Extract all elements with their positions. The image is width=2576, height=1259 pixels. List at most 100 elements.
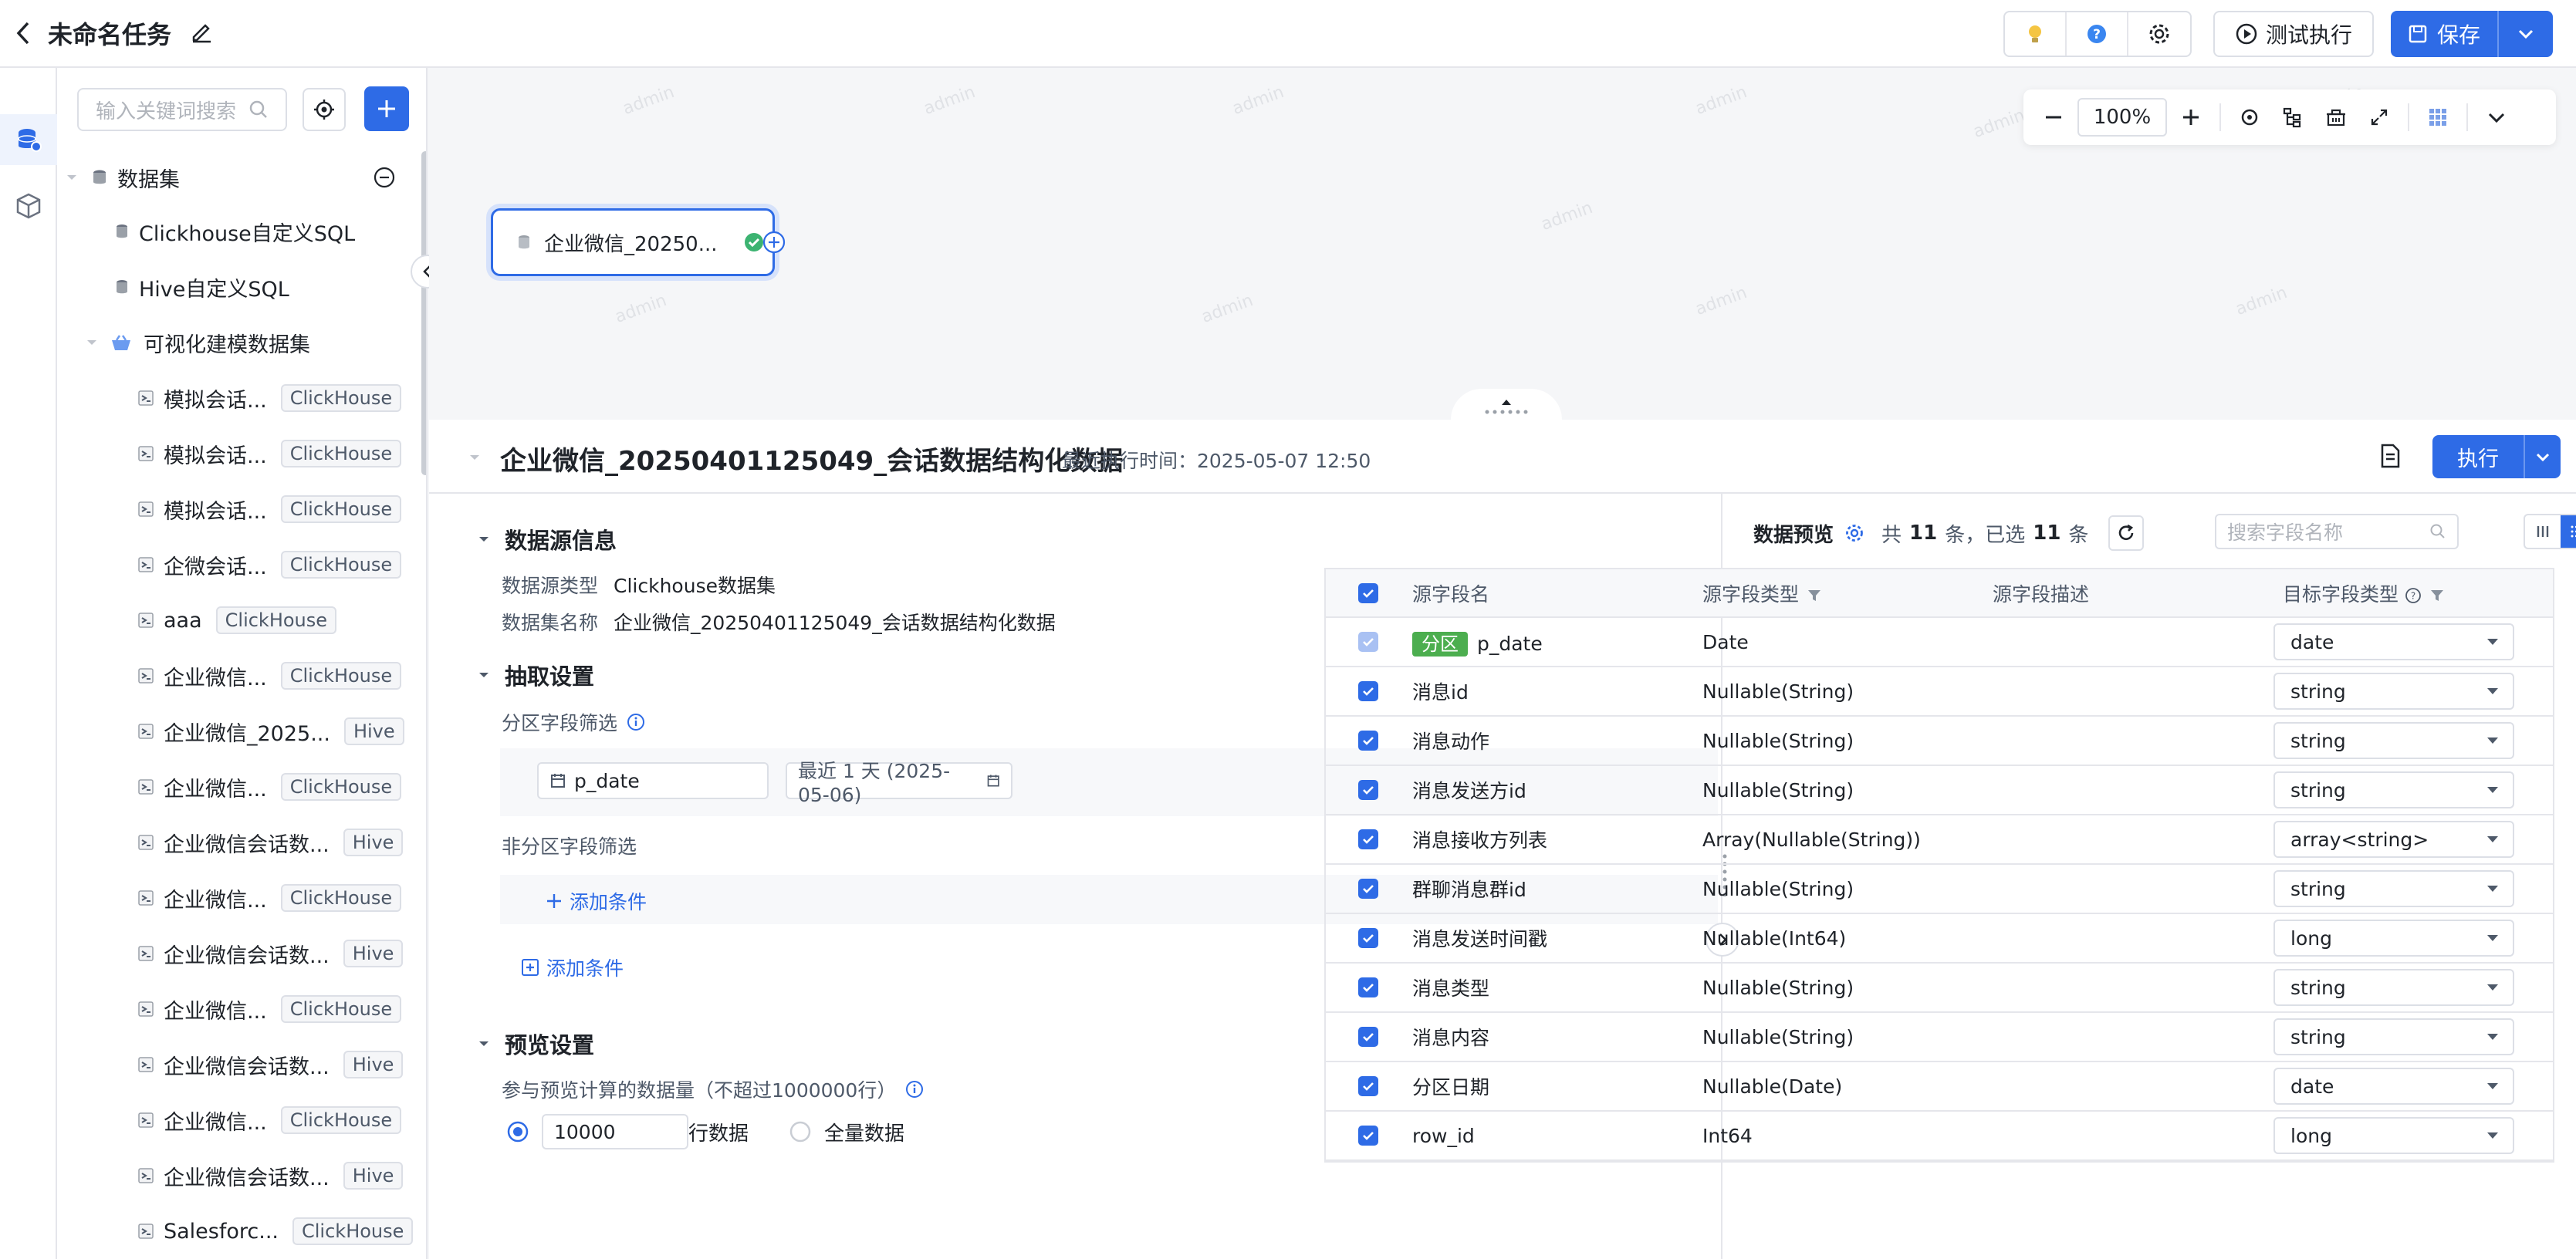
add-condition-inner-link[interactable]: 添加条件 [545,887,647,915]
gear-icon[interactable] [2128,12,2190,56]
chevron-down-icon[interactable] [2477,98,2516,137]
database-icon [18,129,42,152]
list-view-icon[interactable] [2561,515,2576,548]
row-checkbox[interactable] [1358,780,1378,800]
center-target-icon[interactable] [2230,98,2269,137]
column-view-icon[interactable] [2525,515,2561,548]
filter-icon[interactable] [2429,588,2445,603]
info-icon[interactable] [905,1080,924,1099]
refresh-button[interactable] [2108,515,2145,551]
row-checkbox[interactable] [1358,829,1378,849]
tree-item[interactable]: Hive自定义SQL [57,259,412,315]
filter-icon[interactable] [1807,588,1822,603]
preview-rows-input[interactable]: 10000 [542,1114,688,1149]
target-type-select[interactable]: long [2273,920,2514,957]
panel-resize-handle[interactable] [1451,389,1562,423]
tree-dataset-item[interactable]: 企业微信会话数... Hive [57,1037,412,1092]
help-circle-icon[interactable]: ? [2405,587,2422,604]
target-type-select[interactable]: long [2273,1117,2514,1154]
row-checkbox[interactable] [1358,582,1378,603]
row-checkbox[interactable] [1358,632,1378,652]
tree-dataset-label: 模拟会话... [164,499,267,524]
tree-dataset-item[interactable]: 企业微信... ClickHouse [57,648,412,704]
tree-dataset-item[interactable]: 企微会话... ClickHouse [57,537,412,592]
lightbulb-icon[interactable] [2005,12,2067,56]
add-condition-outer-link[interactable]: 添加条件 [520,954,624,981]
row-checkbox[interactable] [1358,731,1378,751]
row-checkbox[interactable] [1358,977,1378,997]
row-checkbox[interactable] [1358,681,1378,701]
target-type-select[interactable]: string [2273,771,2514,808]
caret-down-icon[interactable] [468,451,482,464]
zoom-in-icon[interactable] [2172,98,2210,137]
save-button[interactable]: 保存 [2391,11,2497,57]
zoom-level[interactable]: 100% [2077,98,2167,137]
target-type-select[interactable]: string [2273,969,2514,1006]
add-dataset-button[interactable] [364,86,409,131]
help-icon[interactable]: ? [2067,12,2128,56]
target-type-select[interactable]: array<string> [2273,821,2514,858]
settings-icon[interactable] [1844,523,1864,543]
tree-dataset-item[interactable]: 企业微信会话数... Hive [57,815,412,870]
tree-root-dataset[interactable]: 数据集 [57,150,412,205]
target-type-select[interactable]: string [2273,722,2514,759]
locate-button[interactable] [303,88,346,131]
field-search-input[interactable]: 搜索字段名称 [2215,514,2459,549]
extract-section-title[interactable]: 抽取设置 [477,659,594,691]
tree-dataset-item[interactable]: 企业微信会话数... Hive [57,926,412,981]
tree-dataset-item[interactable]: 企业微信... ClickHouse [57,870,412,926]
target-type-select[interactable]: string [2273,1018,2514,1055]
row-checkbox[interactable] [1358,1126,1378,1146]
fullscreen-icon[interactable] [2360,98,2399,137]
tree-item[interactable]: Clickhouse自定义SQL [57,204,412,259]
basket-icon[interactable] [2317,98,2355,137]
row-checkbox[interactable] [1358,928,1378,948]
tree-dataset-item[interactable]: 企业微信... ClickHouse [57,1092,412,1148]
info-icon[interactable] [627,713,645,731]
edit-icon[interactable] [190,20,213,43]
dataset-search-input[interactable]: 输入关键词搜索 [77,88,287,131]
model-dataset-icon [138,501,154,517]
caret-down-icon [479,1041,488,1046]
side-panel-scrollbar[interactable] [421,151,426,475]
back-icon[interactable] [14,20,32,46]
tree-dataset-item[interactable]: 企业微信... ClickHouse [57,759,412,815]
collapse-minus-icon[interactable] [372,165,397,190]
document-icon[interactable] [2378,443,2402,469]
rail-item-dataset[interactable] [0,114,57,165]
partition-field-select[interactable]: p_date [537,762,769,799]
target-type-select[interactable]: date [2273,1068,2514,1105]
flow-node-dataset[interactable]: 企业微信_20250... [491,208,786,276]
tree-dataset-item[interactable]: 模拟会话... ClickHouse [57,370,412,426]
row-checkbox[interactable] [1358,879,1378,899]
radio-unselected[interactable] [789,1120,812,1143]
rail-item-model[interactable] [0,181,57,231]
tree-dataset-item[interactable]: 模拟会话... ClickHouse [57,426,412,481]
tree-group-visual-model[interactable]: 可视化建模数据集 [57,315,412,370]
field-name: 消息发送方id [1412,780,1526,802]
tree-dataset-item[interactable]: 企业微信_2025... Hive [57,704,412,759]
tree-dataset-item[interactable]: 企业微信会话数... Hive [57,1148,412,1203]
target-type-select[interactable]: string [2273,870,2514,907]
tree-dataset-item[interactable]: Salesforc... ClickHouse [57,1203,414,1259]
row-checkbox[interactable] [1358,1076,1378,1096]
source-section-title[interactable]: 数据源信息 [477,523,617,555]
preview-section-title[interactable]: 预览设置 [477,1028,594,1060]
row-checkbox[interactable] [1358,1027,1378,1047]
add-node-icon[interactable] [762,230,786,255]
tree-dataset-item[interactable]: 企业微信... ClickHouse [57,981,412,1037]
tree-dataset-item[interactable]: aaa ClickHouse [57,592,412,648]
partition-range-select[interactable]: 最近 1 天 (2025-05-06) [786,760,1012,806]
save-dropdown-button[interactable] [2497,11,2553,57]
grid-icon[interactable] [2419,98,2457,137]
tree-layout-icon[interactable] [2273,98,2312,137]
execute-dropdown-button[interactable] [2524,435,2561,478]
model-dataset-icon [138,1112,154,1128]
test-run-button[interactable]: 测试执行 [2213,11,2374,57]
radio-selected[interactable] [506,1120,529,1143]
execute-button[interactable]: 执行 [2432,435,2524,478]
tree-dataset-item[interactable]: 模拟会话... ClickHouse [57,481,412,537]
target-type-select[interactable]: date [2273,623,2514,660]
target-type-select[interactable]: string [2273,673,2514,710]
zoom-out-icon[interactable] [2034,98,2073,137]
